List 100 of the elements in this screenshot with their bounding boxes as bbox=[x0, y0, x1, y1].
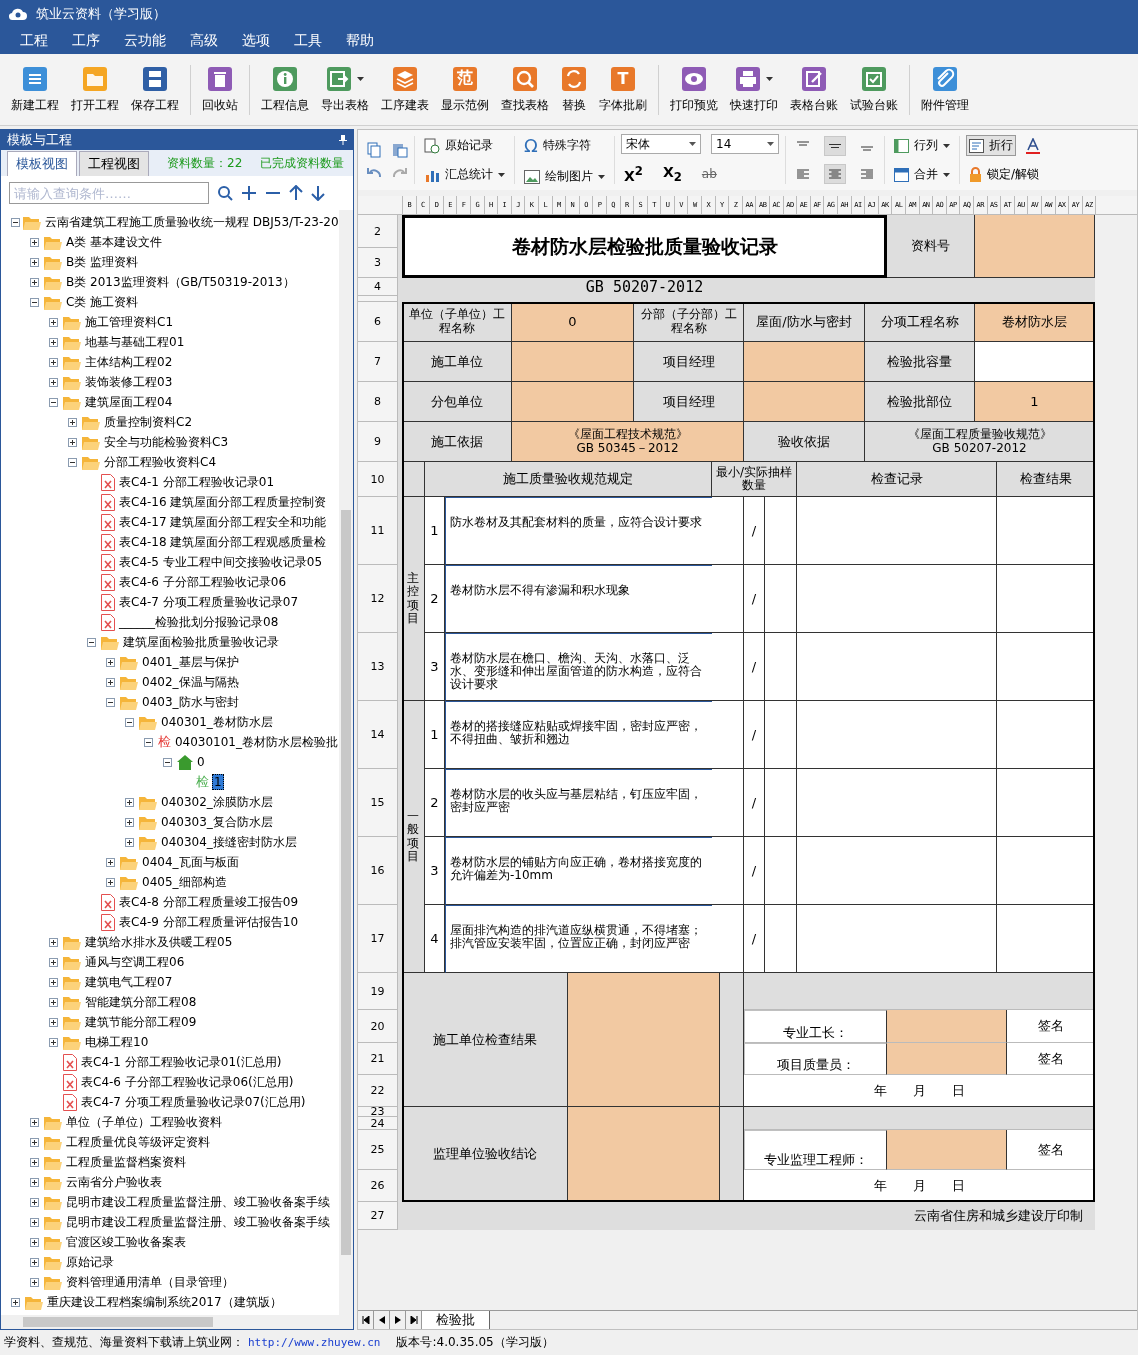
tree-item[interactable]: 建筑电气工程07 bbox=[84, 973, 174, 991]
undo-icon[interactable] bbox=[366, 166, 382, 178]
expander-icon[interactable] bbox=[30, 257, 41, 267]
tree-item[interactable]: A类 基本建设文件 bbox=[65, 233, 164, 251]
tree-item[interactable]: 0404_瓦面与板面 bbox=[141, 853, 240, 871]
row-header[interactable]: 10 bbox=[358, 462, 398, 497]
row-header[interactable]: 20 bbox=[358, 1010, 398, 1043]
expander-icon[interactable] bbox=[68, 457, 79, 467]
tree-item[interactable]: 0401_基层与保护 bbox=[141, 653, 240, 671]
expander-icon[interactable] bbox=[11, 217, 20, 227]
scrollbar[interactable] bbox=[339, 210, 353, 1315]
menu-item[interactable]: 选项 bbox=[230, 32, 282, 50]
menu-item[interactable]: 工具 bbox=[282, 32, 334, 50]
row-header[interactable]: 15 bbox=[358, 769, 398, 837]
expander-icon[interactable] bbox=[49, 397, 60, 407]
tree-item[interactable]: 施工管理资料C1 bbox=[84, 313, 174, 331]
superscript-button[interactable]: X$^{2}$ bbox=[621, 162, 646, 186]
vertical-align-button[interactable] bbox=[824, 136, 846, 156]
tree-item[interactable]: 0402_保温与隔热 bbox=[141, 673, 240, 691]
expander-icon[interactable] bbox=[68, 437, 79, 447]
toolbar-button[interactable]: 导出表格 bbox=[316, 61, 374, 118]
subscript-button[interactable]: X$_{2}$ bbox=[659, 162, 685, 186]
tree-item[interactable]: ______检验批划分报验记录08 bbox=[118, 613, 280, 631]
tree-item[interactable]: 表C4-17 建筑屋面分部工程安全和功能 bbox=[118, 513, 328, 531]
toolbar-button[interactable]: 工程信息 bbox=[256, 61, 314, 118]
draw-picture-button[interactable]: 绘制图片 bbox=[521, 166, 608, 187]
summary-button[interactable]: 汇总统计 bbox=[421, 164, 508, 185]
expander-icon[interactable] bbox=[144, 737, 155, 747]
tree-item[interactable]: 表C4-7 分项工程质量验收记录07 bbox=[118, 593, 300, 611]
special-character-button[interactable]: Ω 特殊字符 bbox=[521, 133, 608, 158]
row-header[interactable]: 22 bbox=[358, 1075, 398, 1107]
wrap-text-button[interactable]: 折行 bbox=[966, 135, 1016, 156]
expander-icon[interactable] bbox=[68, 417, 79, 427]
rows-columns-button[interactable]: 行列 bbox=[891, 135, 953, 156]
scrollbar[interactable] bbox=[1, 1315, 353, 1329]
expander-icon[interactable] bbox=[30, 277, 41, 287]
expander-icon[interactable] bbox=[125, 837, 136, 847]
sheet-tab[interactable]: 检验批 bbox=[422, 1311, 490, 1329]
row-header[interactable]: 12 bbox=[358, 565, 398, 633]
row-header[interactable]: 7 bbox=[358, 342, 398, 382]
expander-icon[interactable] bbox=[49, 937, 60, 947]
tree-item[interactable]: 建筑给水排水及供暖工程05 bbox=[84, 933, 234, 951]
row-header[interactable]: 14 bbox=[358, 701, 398, 769]
expander-icon[interactable] bbox=[125, 817, 136, 827]
row-header[interactable]: 17 bbox=[358, 905, 398, 973]
tree-item[interactable]: 智能建筑分部工程08 bbox=[84, 993, 198, 1011]
expander-icon[interactable] bbox=[30, 1277, 41, 1287]
row-header[interactable]: 24 bbox=[358, 1117, 398, 1130]
view-tab[interactable]: 模板视图 bbox=[7, 151, 77, 176]
row-header[interactable]: 6 bbox=[358, 302, 398, 342]
pin-icon[interactable] bbox=[339, 135, 347, 145]
expander-icon[interactable] bbox=[49, 337, 60, 347]
original-record-button[interactable]: 原始记录 bbox=[421, 135, 508, 156]
toolbar-button[interactable]: 回收站 bbox=[197, 61, 243, 118]
tree-item[interactable]: 重庆建设工程档案编制系统2017（建筑版） bbox=[46, 1293, 283, 1311]
website-link[interactable]: http://www.zhuyew.cn bbox=[248, 1336, 381, 1349]
row-header[interactable]: 8 bbox=[358, 382, 398, 422]
search-icon[interactable] bbox=[217, 185, 233, 201]
menu-item[interactable]: 帮助 bbox=[334, 32, 386, 50]
expander-icon[interactable] bbox=[30, 1217, 41, 1227]
tree-item[interactable]: 昆明市建设工程质量监督注册、竣工验收备案手续 bbox=[65, 1193, 331, 1211]
toolbar-button[interactable]: 替换 bbox=[556, 61, 592, 118]
expander-icon[interactable] bbox=[49, 1017, 60, 1027]
search-field[interactable]: 请输入查询条件…… bbox=[9, 182, 209, 204]
tree-item[interactable]: 建筑屋面检验批质量验收记录 bbox=[122, 633, 280, 651]
tree-item[interactable]: 表C4-1 分部工程验收记录01 bbox=[118, 473, 276, 491]
tree-item[interactable]: 表C4-6 子分部工程验收记录06(汇总用) bbox=[80, 1073, 295, 1091]
tree-item[interactable]: 表C4-7 分项工程质量验收记录07(汇总用) bbox=[80, 1093, 307, 1111]
expander-icon[interactable] bbox=[49, 957, 60, 967]
tree-item[interactable]: 单位（子单位）工程验收资料 bbox=[65, 1113, 223, 1131]
tree-item[interactable]: 表C4-18 建筑屋面分部工程观感质量检 bbox=[118, 533, 328, 551]
strikethrough-button[interactable]: ab bbox=[698, 165, 720, 183]
expander-icon[interactable] bbox=[30, 1177, 41, 1187]
tree-item[interactable]: 0403_防水与密封 bbox=[141, 693, 240, 711]
expander-icon[interactable] bbox=[11, 1297, 22, 1307]
expander-icon[interactable] bbox=[106, 857, 117, 867]
font-size-dropdown[interactable]: 14 bbox=[711, 134, 779, 155]
tree-item[interactable]: 表C4-6 子分部工程验收记录06 bbox=[118, 573, 288, 591]
tree-item[interactable]: 电梯工程10 bbox=[84, 1033, 150, 1051]
tree-item[interactable]: 装饰装修工程03 bbox=[84, 373, 174, 391]
expander-icon[interactable] bbox=[106, 697, 117, 707]
row-header[interactable]: 27 bbox=[358, 1202, 398, 1230]
expander-icon[interactable] bbox=[30, 1117, 41, 1127]
row-header[interactable]: 13 bbox=[358, 633, 398, 701]
tree-item[interactable]: 建筑屋面工程04 bbox=[84, 393, 174, 411]
expander-icon[interactable] bbox=[30, 297, 41, 307]
expander-icon[interactable] bbox=[30, 1137, 41, 1147]
toolbar-button[interactable]: 查找表格 bbox=[496, 61, 554, 118]
tree-item[interactable]: 资料管理通用清单（目录管理） bbox=[65, 1273, 235, 1291]
paste-icon[interactable] bbox=[392, 142, 408, 158]
tree-item[interactable]: 通风与空调工程06 bbox=[84, 953, 186, 971]
tree-item[interactable]: 质量控制资料C2 bbox=[103, 413, 193, 431]
toolbar-button[interactable]: 新建工程 bbox=[6, 61, 64, 118]
menu-item[interactable]: 高级 bbox=[178, 32, 230, 50]
down-arrow-icon[interactable] bbox=[311, 185, 325, 201]
row-header[interactable]: 2 bbox=[358, 215, 398, 248]
tree-item[interactable]: 表C4-16 建筑屋面分部工程质量控制资 bbox=[118, 493, 328, 511]
expander-icon[interactable] bbox=[87, 637, 98, 647]
row-header[interactable]: 25 bbox=[358, 1130, 398, 1170]
row-header[interactable]: 3 bbox=[358, 248, 398, 278]
